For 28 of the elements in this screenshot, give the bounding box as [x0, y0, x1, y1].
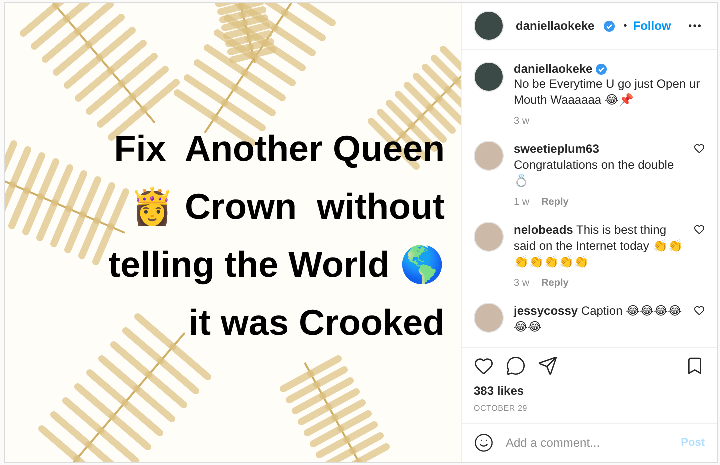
- image-caption-text: telling the World 🌎: [108, 244, 445, 286]
- image-caption-text: Fix Another Queen: [114, 128, 445, 170]
- image-caption-text: 👸 Crown without: [130, 186, 445, 228]
- post-date: OCTOBER 29: [473, 403, 529, 415]
- follow-button[interactable]: Follow: [633, 19, 672, 33]
- reply-button[interactable]: Reply: [542, 197, 569, 208]
- like-heart-icon[interactable]: [474, 356, 494, 376]
- caption-text: No be Everytime U go just Open ur Mouth Waaaaaa 😂📌: [514, 76, 702, 108]
- username-link[interactable]: daniellaokeke: [516, 19, 595, 33]
- image-caption-text: it was Crooked: [188, 302, 445, 344]
- comment-time: 3 w: [514, 278, 530, 289]
- like-comment-heart-icon[interactable]: [694, 224, 705, 235]
- like-comment-heart-icon[interactable]: [694, 305, 705, 316]
- share-send-icon[interactable]: [538, 356, 558, 376]
- caption-time: 3 w: [514, 116, 530, 127]
- separator-dot: •: [624, 20, 628, 32]
- comment-time: 1 w: [514, 197, 530, 208]
- likes-count: 383 likes: [473, 383, 526, 398]
- reply-button[interactable]: Reply: [542, 278, 569, 289]
- comment-text: sweetieplum63 Congratulations on the double 💍: [514, 141, 676, 189]
- comment-text: jessycossy Caption 😂😂😂😂😂😂: [514, 303, 684, 335]
- avatar[interactable]: [474, 62, 504, 92]
- emoji-smile-icon[interactable]: [474, 433, 494, 453]
- comment-icon[interactable]: [506, 356, 526, 376]
- avatar[interactable]: [474, 11, 504, 41]
- like-comment-heart-icon[interactable]: [694, 143, 705, 154]
- username-link[interactable]: daniellaokeke: [514, 62, 593, 76]
- comment-text: nelobeads This is best thing said on the Internet today 👏👏👏👏👏👏👏: [514, 222, 684, 270]
